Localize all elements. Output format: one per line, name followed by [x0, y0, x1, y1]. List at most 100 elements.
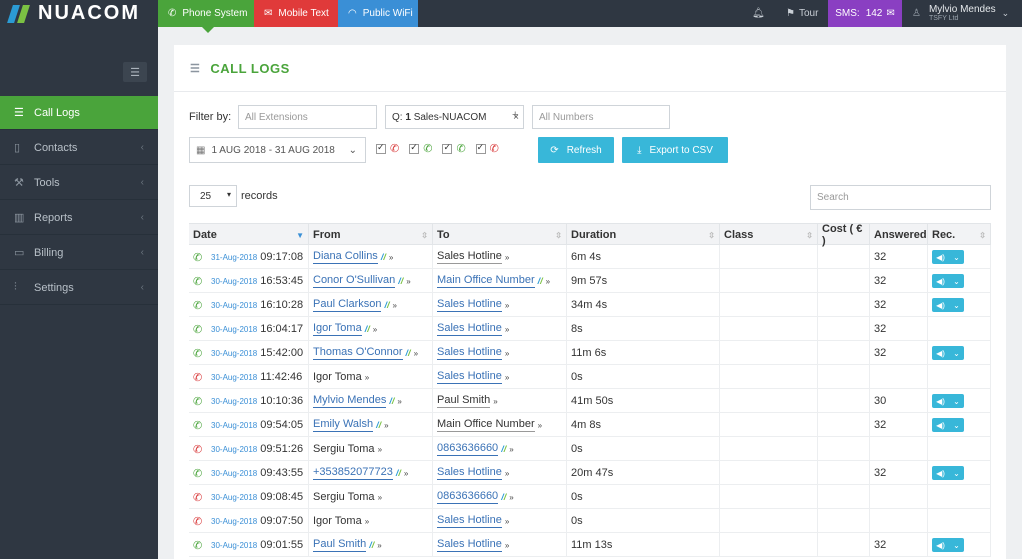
sidebar-item-reports[interactable]: ▥ Reports ‹: [0, 201, 158, 235]
table-row[interactable]: ✆ 30-Aug-2018 09:43:55 +353852077723//» Sale…: [189, 461, 991, 485]
sidebar-item-contacts[interactable]: ▯ Contacts ‹: [0, 131, 158, 165]
add-queue-icon[interactable]: +: [512, 109, 518, 121]
from-contact[interactable]: Conor O'Sullivan: [313, 274, 396, 288]
notifications-button[interactable]: 🔔︎: [752, 0, 765, 27]
from-contact[interactable]: Mylvio Mendes: [313, 394, 387, 408]
to-contact[interactable]: Sales Hotline: [437, 322, 502, 336]
to-contact[interactable]: Sales Hotline: [437, 370, 502, 384]
from-contact[interactable]: Diana Collins: [313, 250, 378, 264]
column-header-class[interactable]: Class ⇳: [720, 224, 818, 246]
checkbox-answered-in[interactable]: [409, 142, 420, 154]
chevron-down-icon[interactable]: »: [538, 421, 542, 430]
column-header-from[interactable]: From ⇳: [309, 224, 433, 246]
sidebar-item-settings[interactable]: ⫶ Settings ‹: [0, 271, 158, 305]
column-header-to[interactable]: To ⇳: [433, 224, 567, 246]
chevron-down-icon[interactable]: »: [406, 277, 410, 286]
hamburger-menu-icon[interactable]: ☰: [123, 62, 147, 82]
sidebar-item-tools[interactable]: ⚒ Tools ‹: [0, 166, 158, 200]
to-contact[interactable]: Sales Hotline: [437, 514, 502, 528]
checkbox-missed[interactable]: [376, 142, 386, 154]
column-header-date[interactable]: Date ▼: [189, 224, 309, 246]
table-row[interactable]: ✆ 30-Aug-2018 16:04:17 Igor Toma//» Sales Ho…: [189, 317, 991, 341]
search-input[interactable]: Search: [810, 185, 991, 210]
chevron-down-icon[interactable]: »: [365, 517, 369, 526]
table-row[interactable]: ✆ 30-Aug-2018 09:51:26 Sergiu Toma» 08636366…: [189, 437, 991, 461]
chevron-down-icon[interactable]: »: [493, 397, 497, 406]
chevron-down-icon[interactable]: »: [505, 469, 509, 478]
table-row[interactable]: ✆ 30-Aug-2018 11:42:46 Igor Toma» Sales Hotl…: [189, 365, 991, 389]
from-contact[interactable]: Paul Smith: [313, 538, 367, 552]
to-contact[interactable]: Main Office Number: [437, 274, 535, 288]
chevron-down-icon[interactable]: »: [384, 421, 388, 430]
numbers-filter-input[interactable]: All Numbers: [532, 105, 670, 129]
play-recording-button[interactable]: ◀) ⌄: [932, 394, 964, 408]
chevron-down-icon[interactable]: »: [373, 325, 377, 334]
sms-credit-button[interactable]: SMS: 142 ✉: [828, 0, 902, 27]
from-contact[interactable]: Igor Toma: [313, 322, 362, 336]
chevron-down-icon[interactable]: »: [404, 469, 408, 478]
to-contact[interactable]: 0863636660: [437, 442, 499, 456]
table-row[interactable]: ✆ 30-Aug-2018 10:10:36 Mylvio Mendes//» Paul…: [189, 389, 991, 413]
chevron-down-icon[interactable]: »: [505, 325, 509, 334]
tour-button[interactable]: ⚑ Tour: [786, 0, 818, 27]
records-select[interactable]: 25: [189, 185, 237, 207]
play-recording-button[interactable]: ◀) ⌄: [932, 274, 964, 288]
from-contact[interactable]: Emily Walsh: [313, 418, 374, 432]
chevron-down-icon[interactable]: »: [393, 301, 397, 310]
export-csv-button[interactable]: ⤓ Export to CSV: [622, 137, 728, 163]
nuacom-logo[interactable]: NUACOM: [7, 2, 140, 24]
user-menu[interactable]: ♙ Mylvio Mendes TSFY Ltd ⌄: [912, 0, 1009, 27]
chevron-down-icon[interactable]: »: [378, 493, 382, 502]
to-contact[interactable]: Sales Hotline: [437, 346, 502, 360]
sidebar-item-billing[interactable]: ▭ Billing ‹: [0, 236, 158, 270]
table-row[interactable]: ✆ 30-Aug-2018 16:53:45 Conor O'Sullivan//» M…: [189, 269, 991, 293]
chevron-down-icon[interactable]: »: [505, 541, 509, 550]
play-recording-button[interactable]: ◀) ⌄: [932, 418, 964, 432]
table-row[interactable]: ✆ 30-Aug-2018 16:10:28 Paul Clarkson//» Sale…: [189, 293, 991, 317]
column-header-cost[interactable]: Cost ( € ): [818, 223, 870, 247]
chevron-down-icon[interactable]: »: [505, 517, 509, 526]
chevron-down-icon[interactable]: »: [414, 349, 418, 358]
from-contact[interactable]: Thomas O'Connor: [313, 346, 403, 360]
table-row[interactable]: ✆ 30-Aug-2018 09:07:50 Igor Toma» Sales Hotl…: [189, 509, 991, 533]
chevron-down-icon[interactable]: »: [505, 301, 509, 310]
chevron-down-icon[interactable]: »: [505, 253, 509, 262]
play-recording-button[interactable]: ◀) ⌄: [932, 250, 964, 264]
column-header-rec[interactable]: Rec. ⇳: [928, 224, 991, 246]
date-range-picker[interactable]: ▦ 1 AUG 2018 - 31 AUG 2018 ⌄: [189, 137, 366, 163]
play-recording-button[interactable]: ◀) ⌄: [932, 298, 964, 312]
from-contact[interactable]: +353852077723: [313, 466, 393, 480]
refresh-button[interactable]: ⟳ Refresh: [538, 137, 614, 163]
checkbox-failed[interactable]: [475, 142, 486, 154]
chevron-down-icon[interactable]: »: [389, 253, 393, 262]
extensions-filter-input[interactable]: All Extensions: [238, 105, 377, 129]
play-recording-button[interactable]: ◀) ⌄: [932, 346, 964, 360]
chevron-down-icon[interactable]: »: [509, 445, 513, 454]
chevron-down-icon[interactable]: »: [397, 397, 401, 406]
queue-filter-input[interactable]: Q: 1 Sales-NUACOM ×: [385, 105, 524, 129]
chevron-down-icon[interactable]: »: [378, 445, 382, 454]
chevron-down-icon[interactable]: »: [546, 277, 550, 286]
table-row[interactable]: ✆ 30-Aug-2018 09:01:55 Paul Smith//» Sales H…: [189, 533, 991, 557]
from-contact[interactable]: Paul Clarkson: [313, 298, 382, 312]
table-row[interactable]: ✆ 30-Aug-2018 09:54:05 Emily Walsh//» Main O…: [189, 413, 991, 437]
to-contact[interactable]: Sales Hotline: [437, 298, 502, 312]
table-row[interactable]: ✆ 30-Aug-2018 09:08:45 Sergiu Toma» 08636366…: [189, 485, 991, 509]
chevron-down-icon[interactable]: »: [365, 373, 369, 382]
to-contact[interactable]: 0863636660: [437, 490, 499, 504]
chevron-down-icon[interactable]: »: [505, 373, 509, 382]
to-contact[interactable]: Sales Hotline: [437, 466, 502, 480]
tab-mobile-text[interactable]: ✉ Mobile Text: [254, 0, 338, 27]
chevron-down-icon[interactable]: »: [505, 349, 509, 358]
play-recording-button[interactable]: ◀) ⌄: [932, 538, 964, 552]
tab-public-wifi[interactable]: ◠ Public WiFi: [338, 0, 418, 27]
column-header-answered[interactable]: Answered: [870, 224, 928, 246]
play-recording-button[interactable]: ◀) ⌄: [932, 466, 964, 480]
chevron-down-icon[interactable]: »: [377, 541, 381, 550]
chevron-down-icon[interactable]: »: [509, 493, 513, 502]
column-header-duration[interactable]: Duration ⇳: [567, 224, 720, 246]
sidebar-item-call-logs[interactable]: ☰ Call Logs: [0, 96, 158, 130]
checkbox-answered[interactable]: [442, 142, 453, 154]
table-row[interactable]: ✆ 31-Aug-2018 09:17:08 Diana Collins//» Sale…: [189, 245, 991, 269]
table-row[interactable]: ✆ 30-Aug-2018 15:42:00 Thomas O'Connor//» Sa…: [189, 341, 991, 365]
